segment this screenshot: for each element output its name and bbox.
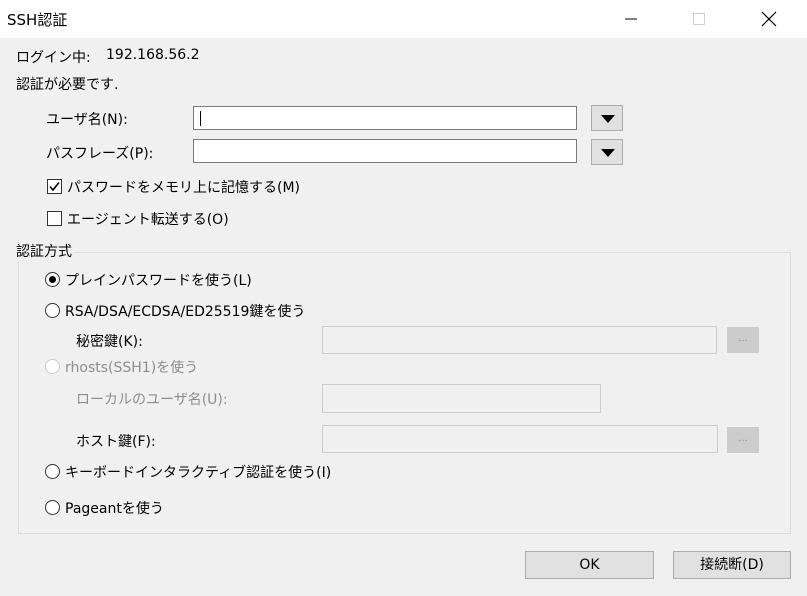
rhosts-label[interactable]: rhosts(SSH1)を使う bbox=[65, 357, 198, 377]
login-label: ログイン中: bbox=[16, 50, 91, 66]
username-dropdown-button[interactable] bbox=[591, 105, 623, 131]
pageant-radio[interactable] bbox=[45, 500, 60, 515]
triangle-down-icon bbox=[601, 149, 615, 157]
close-button[interactable] bbox=[746, 0, 792, 38]
auth-method-title: 認証方式 bbox=[14, 241, 74, 261]
rhosts-radio[interactable] bbox=[45, 359, 60, 374]
disconnect-button[interactable]: 接続断(D) bbox=[673, 551, 791, 579]
rsa-key-radio[interactable] bbox=[45, 303, 60, 318]
window-title: SSH認証 bbox=[7, 11, 68, 29]
local-user-label: ローカルのユーザ名(U): bbox=[76, 392, 228, 408]
close-icon bbox=[761, 11, 777, 27]
keyboard-interactive-label[interactable]: キーボードインタラクティブ認証を使う(I) bbox=[65, 462, 331, 482]
plain-password-label[interactable]: プレインパスワードを使う(L) bbox=[65, 270, 252, 290]
maximize-button[interactable] bbox=[676, 0, 722, 38]
dialog-body: ログイン中: 192.168.56.2 認証が必要です. ユーザ名(N): パス… bbox=[0, 39, 807, 596]
minimize-button[interactable] bbox=[608, 0, 654, 38]
username-label: ユーザ名(N): bbox=[46, 112, 128, 128]
keyboard-interactive-radio[interactable] bbox=[45, 464, 60, 479]
local-user-input[interactable] bbox=[322, 384, 601, 413]
auth-required-text: 認証が必要です. bbox=[16, 77, 119, 93]
passphrase-dropdown-button[interactable] bbox=[591, 139, 623, 165]
passphrase-input[interactable] bbox=[193, 139, 577, 163]
checkmark-icon bbox=[49, 182, 60, 192]
triangle-down-icon bbox=[601, 115, 615, 123]
plain-password-radio[interactable] bbox=[45, 272, 60, 287]
private-key-input[interactable] bbox=[322, 326, 717, 354]
private-key-label: 秘密鍵(K): bbox=[76, 334, 143, 350]
rsa-key-label[interactable]: RSA/DSA/ECDSA/ED25519鍵を使う bbox=[65, 301, 305, 321]
agent-forward-label[interactable]: エージェント転送する(O) bbox=[67, 209, 229, 229]
remember-password-label[interactable]: パスワードをメモリ上に記憶する(M) bbox=[67, 177, 300, 197]
minimize-icon bbox=[625, 18, 637, 20]
ok-button[interactable]: OK bbox=[525, 551, 654, 579]
login-host: 192.168.56.2 bbox=[106, 47, 200, 63]
host-key-browse-button[interactable]: ... bbox=[727, 427, 759, 453]
username-input[interactable] bbox=[193, 106, 577, 130]
radio-selected-dot bbox=[49, 276, 56, 283]
remember-password-checkbox[interactable] bbox=[47, 179, 62, 194]
agent-forward-checkbox[interactable] bbox=[47, 211, 62, 226]
text-caret bbox=[200, 111, 201, 126]
host-key-input[interactable] bbox=[322, 425, 718, 453]
pageant-label[interactable]: Pageantを使う bbox=[65, 498, 164, 518]
host-key-label: ホスト鍵(F): bbox=[76, 434, 156, 450]
passphrase-label: パスフレーズ(P): bbox=[46, 146, 154, 162]
title-bar: SSH認証 bbox=[0, 0, 807, 39]
private-key-browse-button[interactable]: ... bbox=[727, 327, 759, 353]
maximize-icon bbox=[693, 13, 705, 25]
